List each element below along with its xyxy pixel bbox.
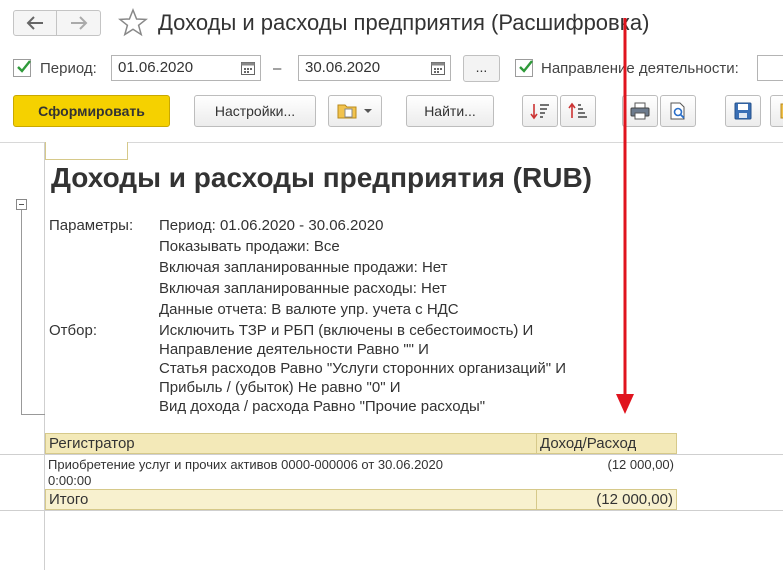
period-label: Период:	[40, 60, 97, 77]
param-line: Включая запланированные продажи: Нет	[159, 259, 448, 276]
sort-descending-icon	[530, 104, 549, 120]
annotation-arrow-icon	[616, 18, 634, 414]
back-button[interactable]	[13, 10, 57, 36]
select-period-button[interactable]: ...	[463, 55, 500, 82]
find-button[interactable]: Найти...	[406, 95, 494, 127]
filter-line: Исключить ТЗР и РБП (включены в себестои…	[159, 322, 534, 339]
param-line: Включая запланированные расходы: Нет	[159, 280, 447, 297]
variants-menu-button[interactable]	[328, 95, 382, 127]
print-preview-icon	[670, 102, 685, 120]
report-title: Доходы и расходы предприятия (RUB)	[51, 162, 592, 193]
param-line: Данные отчета: В валюте упр. учета с НДС	[159, 301, 459, 318]
filter-line: Статья расходов Равно "Услуги сторонних …	[159, 360, 567, 377]
registrar-cell-line2: 0:00:00	[48, 473, 92, 488]
arrow-right-icon	[70, 16, 87, 30]
param-line: Показывать продажи: Все	[159, 238, 340, 255]
group-bracket-line	[21, 203, 22, 415]
favorite-star-icon[interactable]	[118, 8, 148, 38]
period-to-field[interactable]: 30.06.2020	[298, 55, 451, 81]
sort-ascending-icon	[568, 102, 587, 118]
folder-icon	[337, 104, 357, 119]
forward-button[interactable]	[57, 10, 101, 36]
row-separator	[0, 510, 783, 511]
generate-button[interactable]: Сформировать	[13, 95, 170, 127]
period-from-field[interactable]: 01.06.2020	[111, 55, 261, 81]
settings-button[interactable]: Настройки...	[194, 95, 316, 127]
period-from-value: 01.06.2020	[118, 59, 194, 76]
save-disk-icon	[734, 102, 752, 120]
calendar-icon[interactable]	[430, 60, 446, 76]
collapse-group-icon[interactable]	[16, 199, 27, 210]
extra-toolbar-button[interactable]	[770, 95, 783, 127]
checkmark-icon	[17, 60, 31, 73]
period-dash: –	[273, 60, 282, 77]
amount-cell[interactable]: (12 000,00)	[540, 457, 675, 472]
print-preview-button[interactable]	[660, 95, 696, 127]
report-corner-cell	[45, 142, 128, 160]
sort-descending-button[interactable]	[522, 95, 558, 127]
column-header-registrar[interactable]: Регистратор	[45, 433, 537, 454]
arrow-left-icon	[26, 16, 43, 30]
save-button[interactable]	[725, 95, 761, 127]
param-line: Период: 01.06.2020 - 30.06.2020	[159, 217, 384, 234]
direction-label: Направление деятельности:	[541, 60, 739, 77]
chevron-down-icon	[364, 109, 372, 113]
direction-checkbox[interactable]	[515, 59, 533, 77]
direction-field[interactable]	[757, 55, 783, 81]
filter-line: Направление деятельности Равно "" И	[159, 341, 429, 358]
period-checkbox[interactable]	[13, 59, 31, 77]
total-amount: (12 000,00)	[536, 489, 677, 510]
registrar-cell-line1[interactable]: Приобретение услуг и прочих активов 0000…	[48, 457, 443, 472]
column-header-amount[interactable]: Доход/Расход	[536, 433, 677, 454]
period-to-value: 30.06.2020	[305, 59, 381, 76]
row-separator	[0, 454, 783, 455]
total-label: Итого	[45, 489, 537, 510]
window-title: Доходы и расходы предприятия (Расшифровк…	[158, 10, 650, 35]
filter-line: Вид дохода / расхода Равно "Прочие расхо…	[159, 398, 486, 415]
filter-label: Отбор:	[49, 322, 97, 339]
group-bracket-end	[21, 414, 45, 415]
params-label: Параметры:	[49, 217, 134, 234]
checkmark-icon	[519, 60, 533, 73]
sort-ascending-button[interactable]	[560, 95, 596, 127]
filter-line: Прибыль / (убыток) Не равно "0" И	[159, 379, 401, 396]
calendar-icon[interactable]	[240, 60, 256, 76]
